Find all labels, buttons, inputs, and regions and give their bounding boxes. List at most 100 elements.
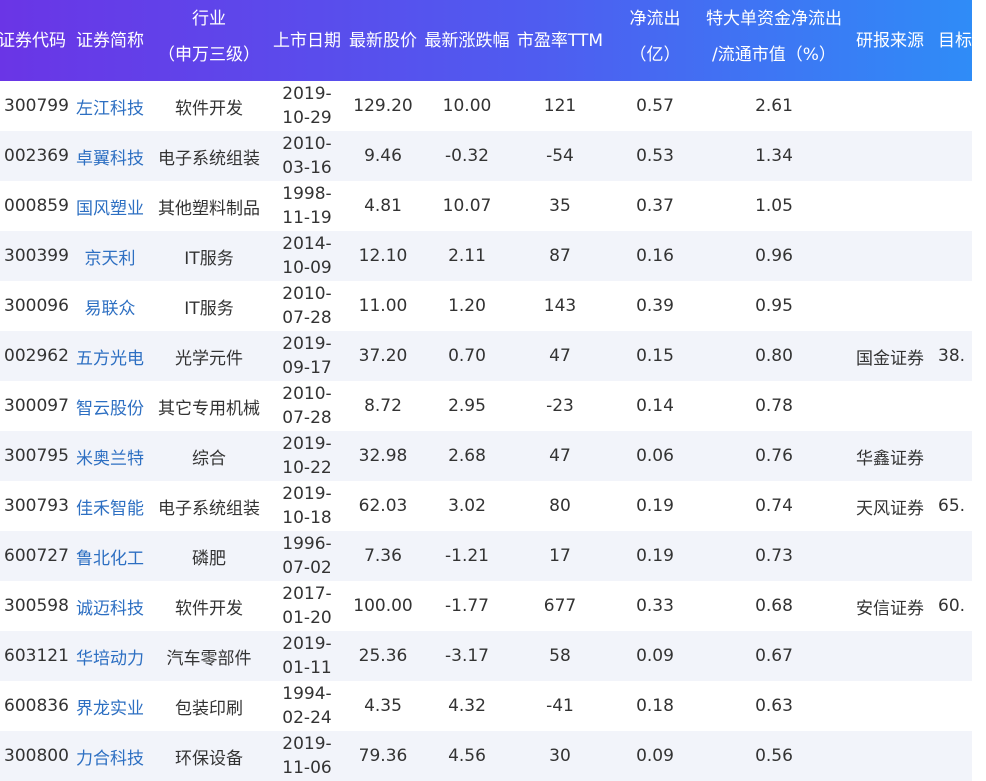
header-ratio-line: /流通市值（%） bbox=[712, 44, 836, 65]
cell-name[interactable]: 五方光电 bbox=[72, 331, 148, 381]
header-target[interactable]: 目标 bbox=[938, 0, 972, 81]
cell-outflow: 0.18 bbox=[636, 696, 674, 716]
header-price-line: 最新股价 bbox=[349, 30, 417, 51]
table-row[interactable]: 600836 界龙实业 包装印刷 1994- 02-24 4.35 4.32 -41 0.18 0… bbox=[0, 681, 972, 731]
cell-target: 38. bbox=[938, 346, 966, 366]
cell-pe: -23 bbox=[546, 396, 574, 416]
cell-change: 2.68 bbox=[448, 446, 486, 466]
cell-date: 2014- 10-09 bbox=[270, 231, 344, 281]
cell-source: 天风证券 bbox=[856, 498, 924, 519]
table-row[interactable]: 300096 易联众 IT服务 2010- 07-28 11.00 1.20 143 0.39 0… bbox=[0, 281, 972, 331]
cell-ratio: 0.73 bbox=[755, 546, 793, 566]
cell-target bbox=[938, 231, 972, 281]
cell-code: 300795 bbox=[4, 446, 69, 466]
cell-name[interactable]: 卓翼科技 bbox=[72, 131, 148, 181]
cell-target bbox=[938, 381, 972, 431]
cell-industry: 环保设备 bbox=[175, 748, 243, 769]
cell-code: 300598 bbox=[4, 596, 69, 616]
date-part: 1994- bbox=[282, 684, 332, 704]
table-row[interactable]: 300399 京天利 IT服务 2014- 10-09 12.10 2.11 87 0.16 0.… bbox=[0, 231, 972, 281]
header-price[interactable]: 最新股价 bbox=[344, 0, 422, 81]
cell-target bbox=[938, 531, 972, 581]
cell-pe: -54 bbox=[546, 146, 574, 166]
cell-code: 300096 bbox=[4, 296, 69, 316]
cell-ratio: 0.96 bbox=[755, 246, 793, 266]
cell-price: 4.81 bbox=[364, 196, 402, 216]
cell-outflow: 0.39 bbox=[636, 296, 674, 316]
cell-name[interactable]: 左江科技 bbox=[72, 81, 148, 131]
cell-price: 9.46 bbox=[364, 146, 402, 166]
cell-source bbox=[846, 131, 934, 181]
cell-code: 600727 bbox=[4, 546, 69, 566]
cell-outflow: 0.14 bbox=[636, 396, 674, 416]
cell-outflow: 0.53 bbox=[636, 146, 674, 166]
date-part: 09-17 bbox=[282, 358, 332, 378]
cell-target bbox=[938, 431, 972, 481]
header-industry[interactable]: 行业 （申万三级） bbox=[148, 0, 270, 77]
date-part: 01-11 bbox=[282, 658, 332, 678]
cell-target bbox=[938, 81, 972, 131]
cell-name[interactable]: 米奥兰特 bbox=[72, 431, 148, 481]
cell-name[interactable]: 力合科技 bbox=[72, 731, 148, 781]
cell-date: 2019- 10-22 bbox=[270, 431, 344, 481]
cell-name[interactable]: 京天利 bbox=[72, 231, 148, 281]
cell-pe: 121 bbox=[543, 96, 577, 116]
cell-code: 300799 bbox=[4, 96, 69, 116]
cell-pe: 58 bbox=[549, 646, 571, 666]
table-row[interactable]: 300793 佳禾智能 电子系统组装 2019- 10-18 62.03 3.02 80 0.1… bbox=[0, 481, 972, 531]
header-code[interactable]: 证券代码 bbox=[0, 0, 70, 81]
date-part: 2014- bbox=[282, 234, 332, 254]
cell-target: 65. bbox=[938, 496, 966, 516]
header-listing-date[interactable]: 上市日期 bbox=[270, 0, 344, 81]
cell-name[interactable]: 国风塑业 bbox=[72, 181, 148, 231]
header-ratio[interactable]: 特大单资金净流出/流通市值（%） bbox=[702, 0, 846, 77]
table-row[interactable]: 300799 左江科技 软件开发 2019- 10-29 129.20 10.00 121 0.… bbox=[0, 81, 972, 131]
cell-name[interactable]: 佳禾智能 bbox=[72, 481, 148, 531]
cell-name[interactable]: 鲁北化工 bbox=[72, 531, 148, 581]
cell-name[interactable]: 智云股份 bbox=[72, 381, 148, 431]
table-row[interactable]: 300800 力合科技 环保设备 2019- 11-06 79.36 4.56 30 0.09 0… bbox=[0, 731, 972, 781]
table-row[interactable]: 002962 五方光电 光学元件 2019- 09-17 37.20 0.70 47 0.15 0… bbox=[0, 331, 972, 381]
table-row[interactable]: 300598 诚迈科技 软件开发 2017- 01-20 100.00 -1.77 677 0.… bbox=[0, 581, 972, 631]
header-name[interactable]: 证券简称 bbox=[72, 0, 148, 81]
cell-date: 2019- 11-06 bbox=[270, 731, 344, 781]
date-part: 2019- bbox=[282, 334, 332, 354]
cell-ratio: 0.95 bbox=[755, 296, 793, 316]
header-change[interactable]: 最新涨跌幅 bbox=[422, 0, 512, 81]
cell-source bbox=[846, 681, 934, 731]
table-row[interactable]: 002369 卓翼科技 电子系统组装 2010- 03-16 9.46 -0.32 -54 0.… bbox=[0, 131, 972, 181]
table-row[interactable]: 603121 华培动力 汽车零部件 2019- 01-11 25.36 -3.17 58 0.0… bbox=[0, 631, 972, 681]
cell-change: 10.07 bbox=[442, 196, 492, 216]
header-industry-line: 行业 bbox=[192, 8, 226, 29]
header-source[interactable]: 研报来源 bbox=[846, 0, 934, 81]
cell-ratio: 0.76 bbox=[755, 446, 793, 466]
header-outflow[interactable]: 净流出 （亿） bbox=[608, 0, 702, 77]
cell-code: 300097 bbox=[4, 396, 69, 416]
cell-industry: 软件开发 bbox=[175, 98, 243, 119]
date-part: 02-24 bbox=[282, 708, 332, 728]
cell-name[interactable]: 华培动力 bbox=[72, 631, 148, 681]
cell-name[interactable]: 易联众 bbox=[72, 281, 148, 331]
cell-date: 2010- 07-28 bbox=[270, 281, 344, 331]
header-name-line: 证券简称 bbox=[76, 30, 144, 51]
table-row[interactable]: 300097 智云股份 其它专用机械 2010- 07-28 8.72 2.95 -23 0.1… bbox=[0, 381, 972, 431]
cell-industry: 软件开发 bbox=[175, 598, 243, 619]
cell-date: 1996- 07-02 bbox=[270, 531, 344, 581]
date-part: 1996- bbox=[282, 534, 332, 554]
date-part: 10-09 bbox=[282, 258, 332, 278]
cell-outflow: 0.09 bbox=[636, 646, 674, 666]
date-part: 03-16 bbox=[282, 158, 332, 178]
stock-table: 证券代码 证券简称 行业 （申万三级） 上市日期 最新股价 最新涨跌幅 市盈率TTM 净流出 （亿… bbox=[0, 0, 972, 781]
cell-industry: IT服务 bbox=[184, 248, 234, 269]
cell-code: 600836 bbox=[4, 696, 69, 716]
date-part: 11-19 bbox=[282, 208, 332, 228]
table-row[interactable]: 000859 国风塑业 其他塑料制品 1998- 11-19 4.81 10.07 35 0.3… bbox=[0, 181, 972, 231]
cell-name[interactable]: 诚迈科技 bbox=[72, 581, 148, 631]
table-row[interactable]: 300795 米奥兰特 综合 2019- 10-22 32.98 2.68 47 0.06 0.7… bbox=[0, 431, 972, 481]
cell-change: 3.02 bbox=[448, 496, 486, 516]
cell-date: 2017- 01-20 bbox=[270, 581, 344, 631]
header-pe[interactable]: 市盈率TTM bbox=[512, 0, 608, 81]
cell-name[interactable]: 界龙实业 bbox=[72, 681, 148, 731]
cell-industry: 其他塑料制品 bbox=[158, 198, 260, 219]
table-row[interactable]: 600727 鲁北化工 磷肥 1996- 07-02 7.36 -1.21 17 0.19 0.7… bbox=[0, 531, 972, 581]
